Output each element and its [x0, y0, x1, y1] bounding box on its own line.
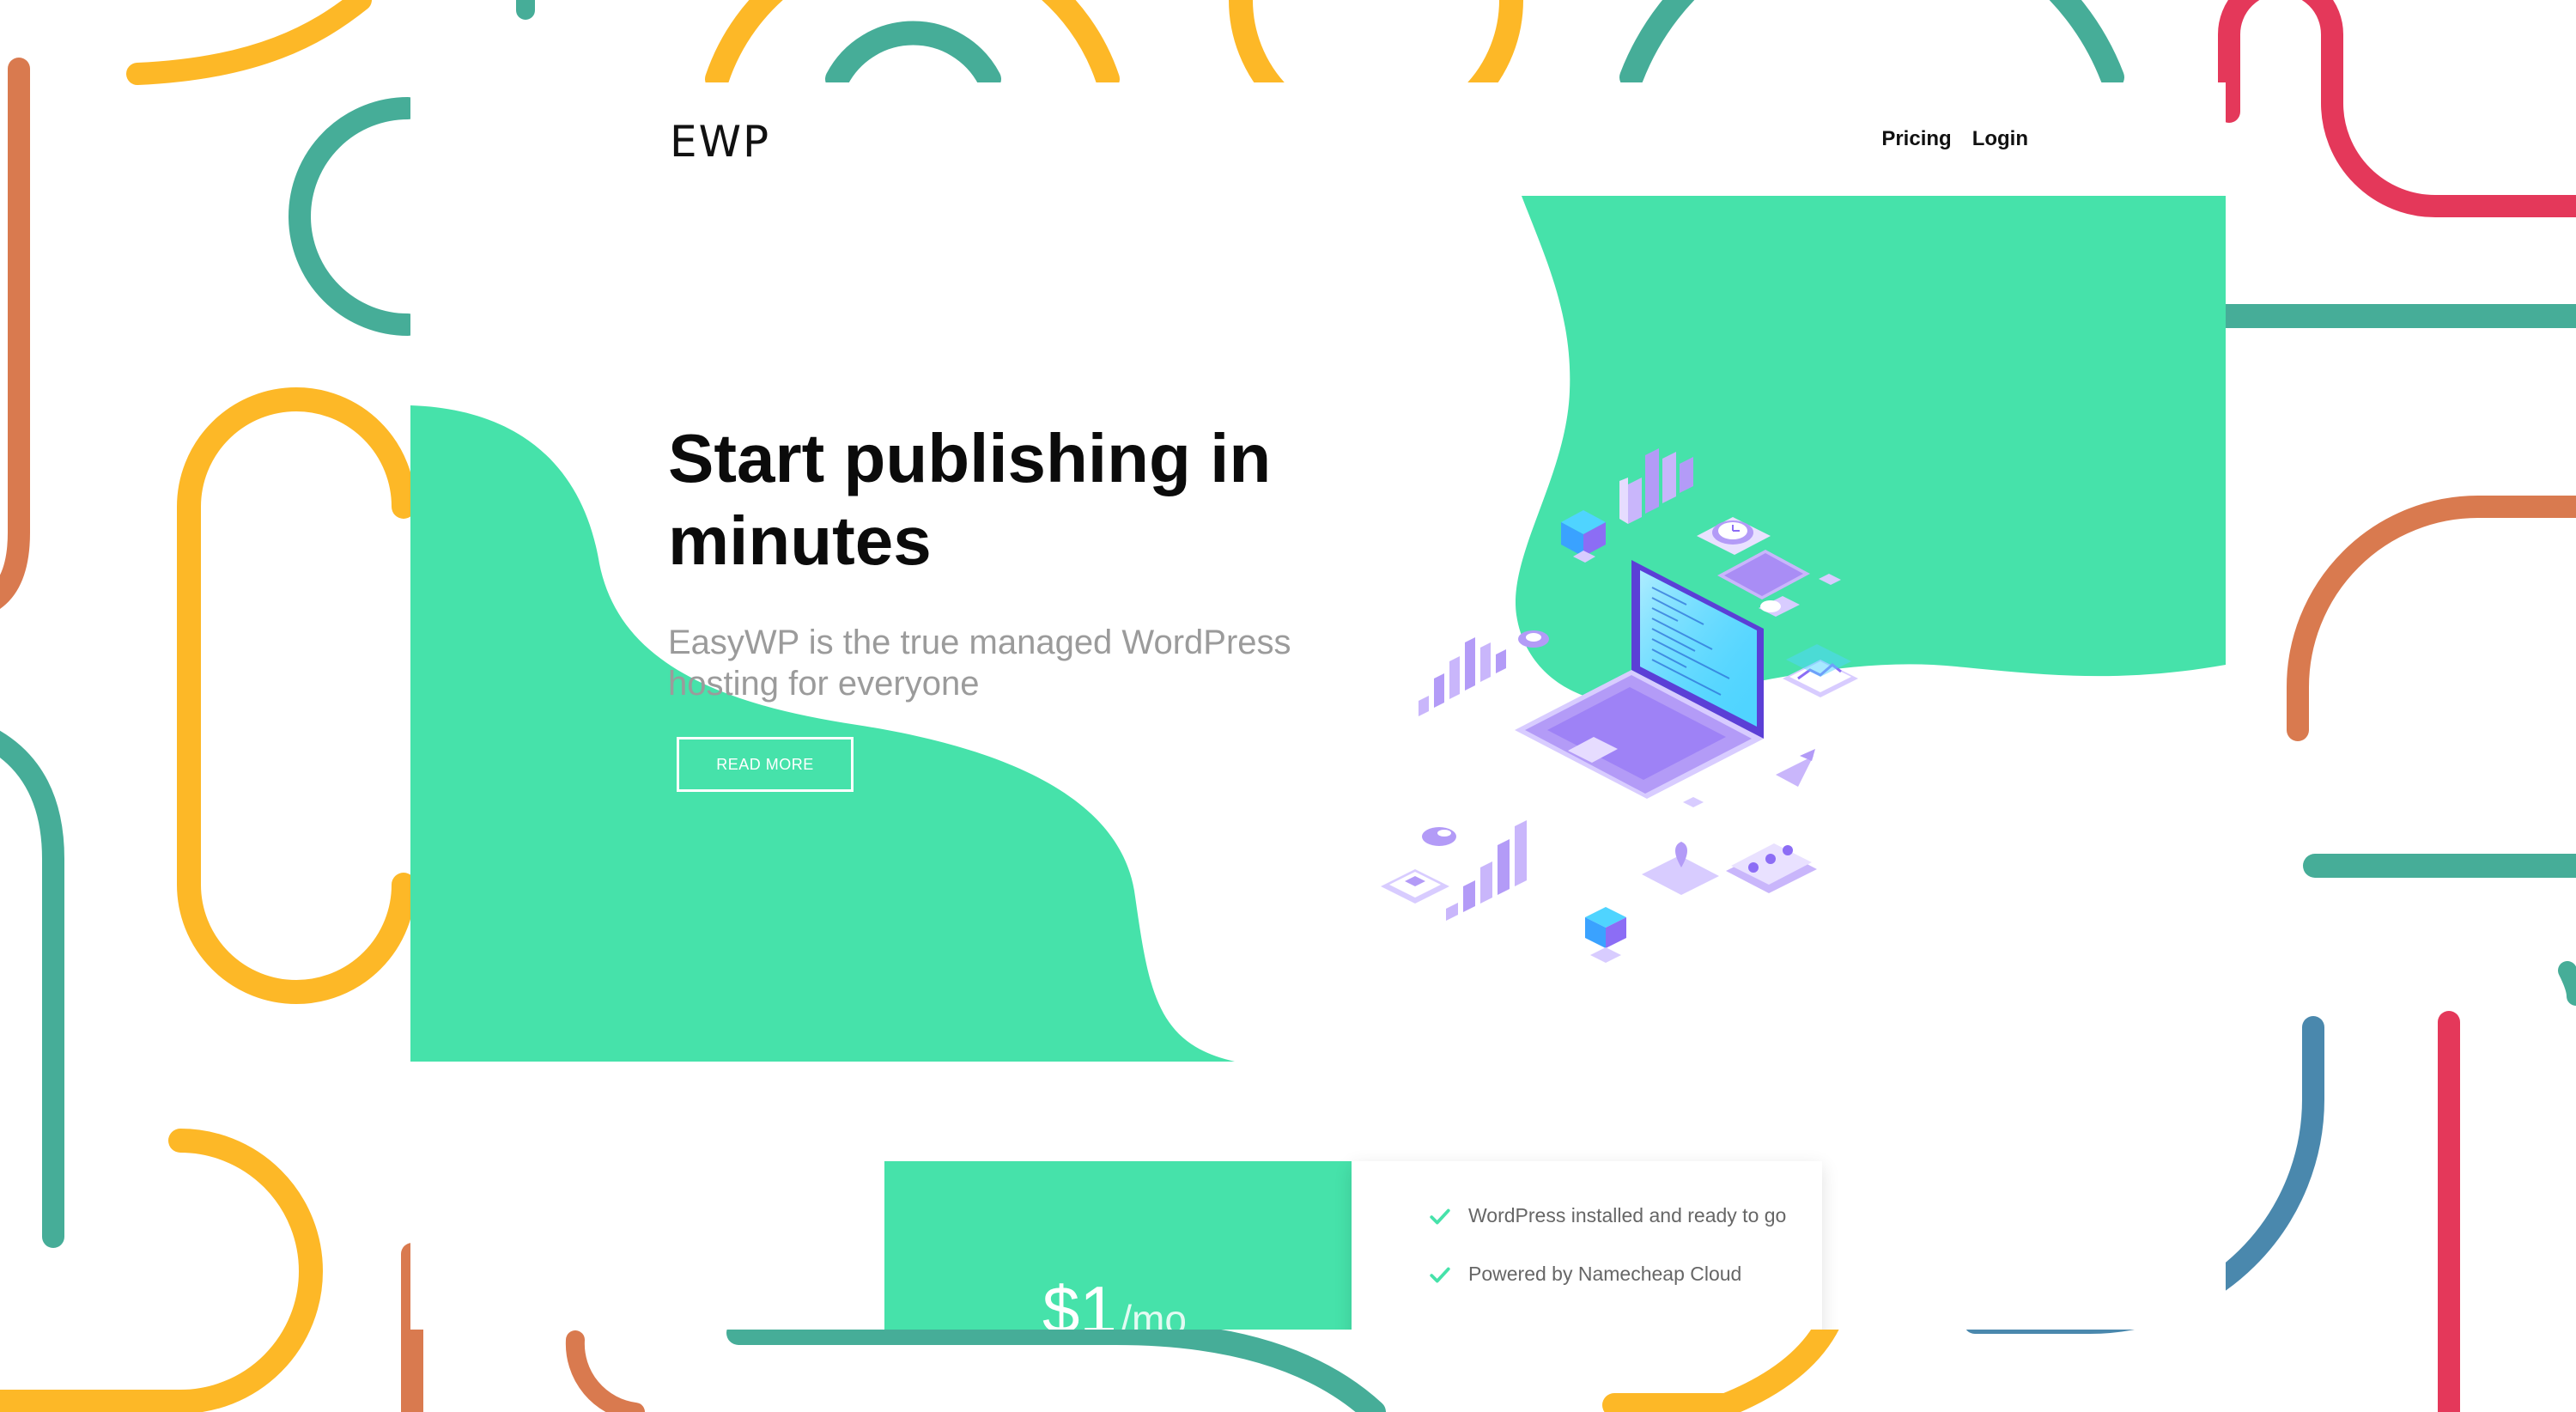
check-icon — [1430, 1208, 1450, 1224]
page-card: EWP Pricing Login Start publishing in mi… — [410, 82, 2226, 1330]
price-amount: $1 — [1042, 1272, 1117, 1330]
feature-label: Powered by Namecheap Cloud — [1468, 1263, 1742, 1285]
check-icon — [1430, 1267, 1450, 1282]
site-logo[interactable]: EWP — [670, 117, 770, 167]
feature-label: WordPress installed and ready to go — [1468, 1204, 1787, 1226]
price-card[interactable]: $1 /mo — [884, 1161, 1352, 1330]
bar-chart-icon — [1619, 448, 1693, 524]
laptop-icon — [1515, 560, 1764, 799]
tablet-icon — [1717, 550, 1841, 617]
cube-icon — [1585, 907, 1626, 963]
chat-icon — [1726, 843, 1817, 893]
nav-pricing-link[interactable]: Pricing — [1881, 127, 1951, 151]
cube-icon — [1561, 510, 1606, 563]
feature-card: WordPress installed and ready to go Powe… — [1352, 1161, 1822, 1330]
send-icon — [1776, 749, 1815, 787]
card-icon — [1381, 869, 1449, 904]
price-label: $1 /mo — [1042, 1271, 1187, 1330]
clock-icon — [1697, 517, 1771, 555]
hero-title: Start publishing in minutes — [668, 420, 1272, 579]
top-nav: Pricing Login — [1881, 127, 2028, 151]
feature-item: Powered by Namecheap Cloud — [1429, 1263, 1741, 1286]
hero-subtitle: EasyWP is the true managed WordPress hos… — [668, 624, 1291, 703]
bar-chart-icon — [1419, 637, 1506, 716]
analytics-icon — [1783, 644, 1858, 697]
price-unit: /mo — [1121, 1297, 1187, 1330]
hero-blob-shapes — [410, 196, 2226, 1062]
read-more-button[interactable]: READ MORE — [677, 737, 854, 792]
laptop-illustration — [1381, 448, 1858, 963]
nav-login-link[interactable]: Login — [1972, 127, 2028, 151]
location-pin-icon — [1642, 842, 1719, 895]
feature-item: WordPress installed and ready to go — [1429, 1204, 1786, 1227]
bar-chart-icon — [1446, 820, 1527, 921]
